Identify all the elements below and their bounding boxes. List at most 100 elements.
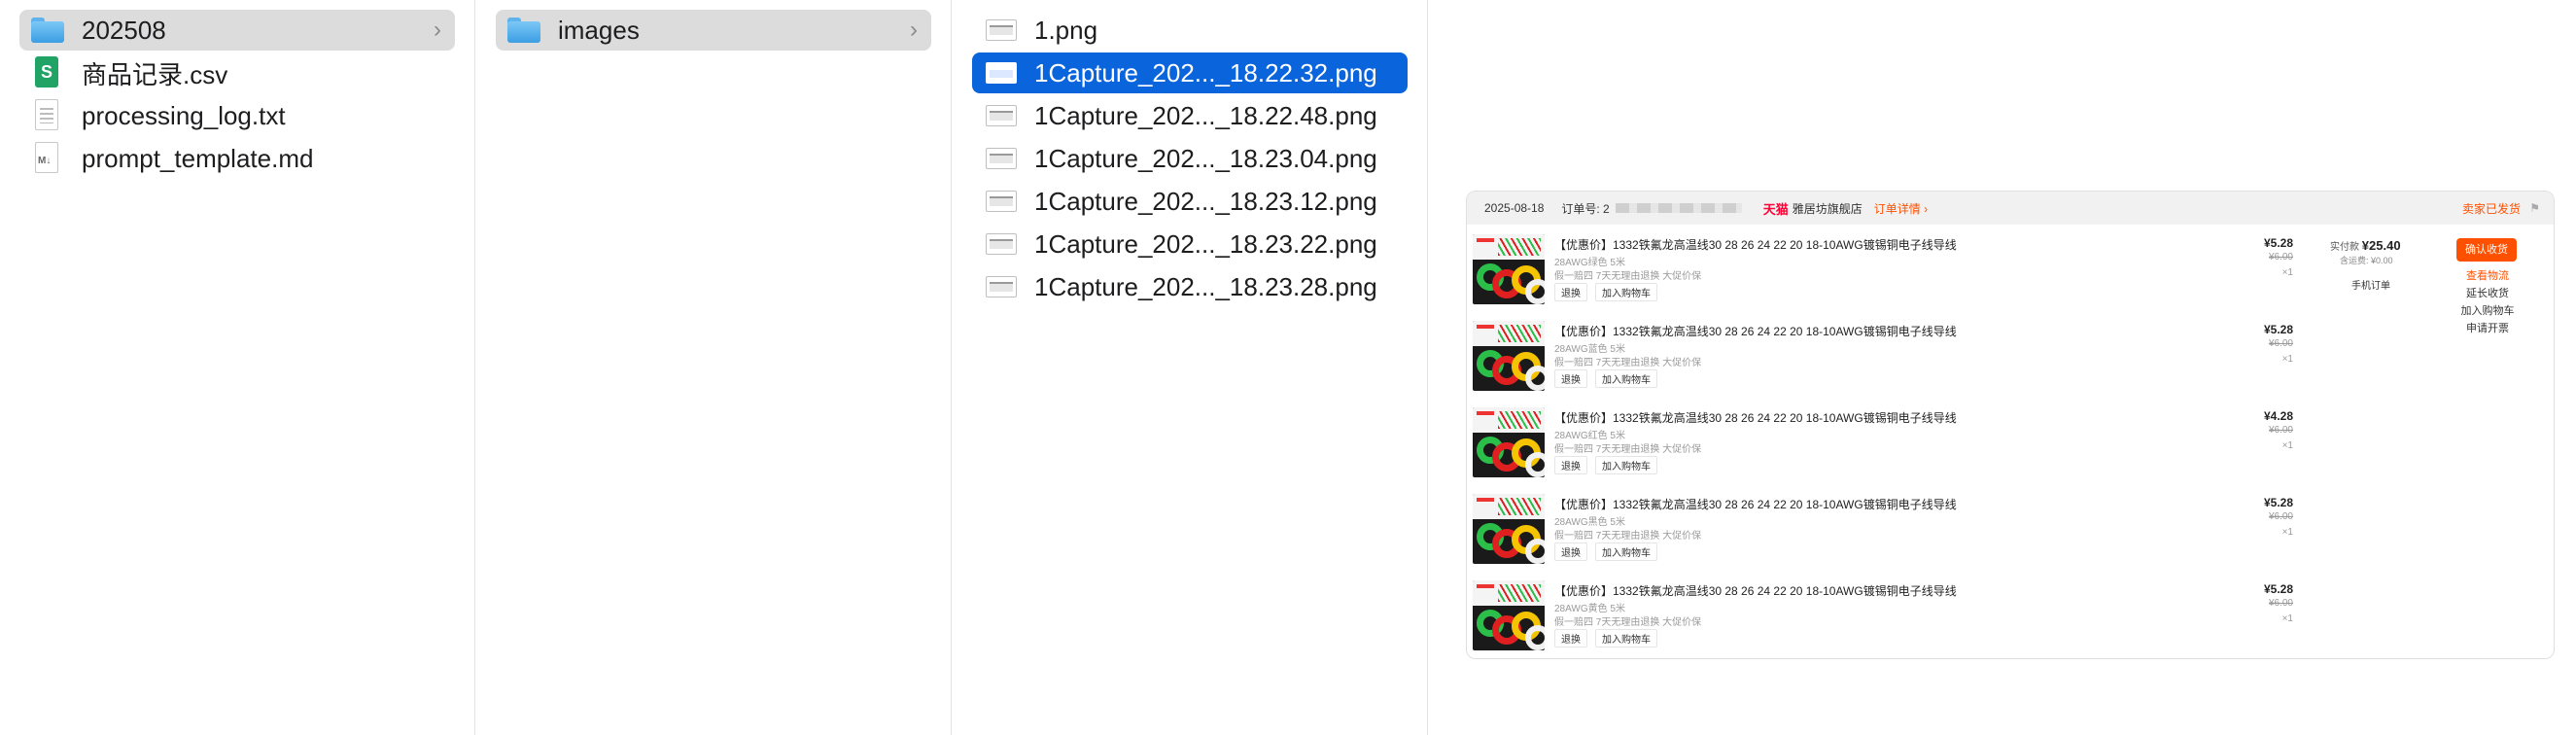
freight-info: 含运费: ¥0.00 <box>2340 256 2393 265</box>
product-service: 假一赔四 7天无理由退换 大促价保 <box>1554 358 1702 368</box>
flag-icon: ⚑ <box>2529 201 2540 215</box>
row-label: 1Capture_202..._18.23.22.png <box>1034 228 1377 259</box>
row-label: 1.png <box>1034 15 1098 45</box>
product-title: 【优惠价】1332铁氟龙高温线30 28 26 24 22 20 18-10AW… <box>1554 238 1957 252</box>
view-logistics-link: 查看物流 <box>2466 270 2509 282</box>
product-spec: 28AWG红色 5米 <box>1554 431 1625 441</box>
product-thumbnail <box>1473 234 1545 304</box>
product-spec: 28AWG蓝色 5米 <box>1554 344 1625 355</box>
item-original-price: ¥6.00 <box>2268 252 2293 262</box>
file-row-md[interactable]: M↓ prompt_template.md <box>19 138 455 179</box>
item-quantity: ×1 <box>2281 613 2293 624</box>
chevron-right-icon: › <box>434 17 441 43</box>
order-item: 【优惠价】1332铁氟龙高温线30 28 26 24 22 20 18-10AW… <box>1467 400 2554 487</box>
return-button: 退换 <box>1554 542 1587 561</box>
product-service: 假一赔四 7天无理由退换 大促价保 <box>1554 444 1702 455</box>
item-quantity: ×1 <box>2281 354 2293 365</box>
order-source: 手机订单 <box>2351 281 2390 292</box>
add-to-cart-button: 加入购物车 <box>1595 629 1657 648</box>
return-button: 退换 <box>1554 283 1587 301</box>
finder-column-3: 1.png 1Capture_202..._18.22.32.png 1Capt… <box>953 0 1428 735</box>
item-original-price: ¥6.00 <box>2268 338 2293 349</box>
item-price: ¥4.28 <box>2263 409 2293 423</box>
add-to-cart-button: 加入购物车 <box>1595 456 1657 474</box>
return-button: 退换 <box>1554 629 1587 648</box>
order-status: 卖家已发货 <box>2461 201 2521 216</box>
product-title: 【优惠价】1332铁氟龙高温线30 28 26 24 22 20 18-10AW… <box>1554 325 1957 338</box>
preview-pane: 2025-08-18 订单号: 2 天猫 雅居坊旗舰店 订单详情 › 卖家已发货… <box>1429 0 2576 735</box>
image-file-row[interactable]: 1Capture_202..._18.23.04.png <box>972 138 1408 179</box>
item-quantity: ×1 <box>2281 440 2293 451</box>
markdown-document-icon: M↓ <box>29 138 68 179</box>
request-invoice-link: 申请开票 <box>2466 323 2509 334</box>
extend-receipt-link: 延长收货 <box>2466 288 2509 299</box>
image-file-row[interactable]: 1Capture_202..._18.23.12.png <box>972 181 1408 222</box>
confirm-receipt-button: 确认收货 <box>2456 238 2517 262</box>
folder-row-images[interactable]: images › <box>496 10 931 51</box>
add-to-cart-link: 加入购物车 <box>2460 305 2515 317</box>
image-file-icon <box>982 10 1021 51</box>
order-header: 2025-08-18 订单号: 2 天猫 雅居坊旗舰店 订单详情 › 卖家已发货… <box>1467 192 2554 225</box>
image-file-icon <box>982 181 1021 222</box>
product-thumbnail <box>1473 321 1545 391</box>
chevron-right-icon: › <box>910 17 918 43</box>
return-button: 退换 <box>1554 369 1587 388</box>
item-price: ¥5.28 <box>2263 582 2293 596</box>
image-file-icon <box>982 224 1021 264</box>
item-price: ¥5.28 <box>2263 323 2293 336</box>
product-title: 【优惠价】1332铁氟龙高温线30 28 26 24 22 20 18-10AW… <box>1554 584 1957 598</box>
row-label: prompt_template.md <box>82 143 314 173</box>
spreadsheet-icon: S <box>29 52 68 93</box>
item-quantity: ×1 <box>2281 267 2293 278</box>
item-original-price: ¥6.00 <box>2268 511 2293 522</box>
add-to-cart-button: 加入购物车 <box>1595 283 1657 301</box>
tmall-logo: 天猫 <box>1762 201 1789 217</box>
image-file-row[interactable]: 1.png <box>972 10 1408 51</box>
product-thumbnail <box>1473 494 1545 564</box>
row-label: 1Capture_202..._18.23.28.png <box>1034 271 1377 301</box>
row-label: images <box>558 15 640 45</box>
image-file-icon <box>982 138 1021 179</box>
return-button: 退换 <box>1554 456 1587 474</box>
folder-row-202508[interactable]: 202508 › <box>19 10 455 51</box>
product-service: 假一赔四 7天无理由退换 大促价保 <box>1554 271 1702 282</box>
order-detail-link: 订单详情 › <box>1873 201 1929 216</box>
row-label: 1Capture_202..._18.22.48.png <box>1034 100 1377 130</box>
product-title: 【优惠价】1332铁氟龙高温线30 28 26 24 22 20 18-10AW… <box>1554 498 1957 511</box>
image-file-row-selected[interactable]: 1Capture_202..._18.22.32.png <box>972 52 1408 93</box>
row-label: 商品记录.csv <box>82 59 228 89</box>
folder-icon <box>505 10 544 51</box>
item-price: ¥5.28 <box>2263 236 2293 250</box>
image-file-row[interactable]: 1Capture_202..._18.23.28.png <box>972 266 1408 307</box>
order-item: 【优惠价】1332铁氟龙高温线30 28 26 24 22 20 18-10AW… <box>1467 313 2554 401</box>
row-label: 1Capture_202..._18.22.32.png <box>1034 57 1377 88</box>
order-item: 【优惠价】1332铁氟龙高温线30 28 26 24 22 20 18-10AW… <box>1467 573 2554 658</box>
item-original-price: ¥6.00 <box>2268 598 2293 609</box>
item-quantity: ×1 <box>2281 527 2293 538</box>
row-label: 1Capture_202..._18.23.12.png <box>1034 186 1377 216</box>
add-to-cart-button: 加入购物车 <box>1595 542 1657 561</box>
image-file-icon <box>982 266 1021 307</box>
product-thumbnail <box>1473 580 1545 650</box>
product-title: 【优惠价】1332铁氟龙高温线30 28 26 24 22 20 18-10AW… <box>1554 411 1957 425</box>
product-thumbnail <box>1473 407 1545 477</box>
file-row-csv[interactable]: S 商品记录.csv <box>19 52 455 93</box>
row-label: 1Capture_202..._18.23.04.png <box>1034 143 1377 173</box>
order-number-redacted <box>1615 203 1742 213</box>
item-original-price: ¥6.00 <box>2268 425 2293 436</box>
row-label: 202508 <box>82 15 166 45</box>
product-service: 假一赔四 7天无理由退换 大促价保 <box>1554 531 1702 542</box>
image-file-row[interactable]: 1Capture_202..._18.23.22.png <box>972 224 1408 264</box>
order-item: 【优惠价】1332铁氟龙高温线30 28 26 24 22 20 18-10AW… <box>1467 486 2554 574</box>
image-file-icon <box>982 52 1021 93</box>
finder-column-2: images › <box>476 0 952 735</box>
image-file-row[interactable]: 1Capture_202..._18.22.48.png <box>972 95 1408 136</box>
product-spec: 28AWG绿色 5米 <box>1554 258 1625 268</box>
product-spec: 28AWG黄色 5米 <box>1554 604 1625 614</box>
folder-icon <box>29 10 68 51</box>
text-document-icon <box>29 95 68 136</box>
product-spec: 28AWG黑色 5米 <box>1554 517 1625 528</box>
shop-name: 雅居坊旗舰店 <box>1792 201 1862 216</box>
file-row-log[interactable]: processing_log.txt <box>19 95 455 136</box>
product-service: 假一赔四 7天无理由退换 大促价保 <box>1554 617 1702 628</box>
